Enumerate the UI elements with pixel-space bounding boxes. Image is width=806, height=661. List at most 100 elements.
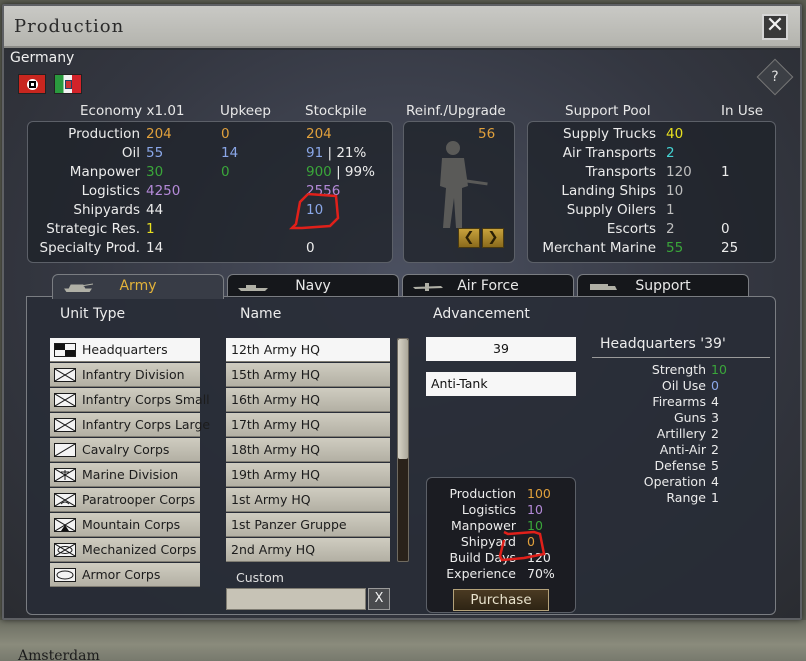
mechanized-icon [54,543,76,557]
stats-divider [592,357,770,358]
unit-name-item[interactable]: 17th Army HQ [226,413,390,437]
unit-type-item[interactable]: Cavalry Corps [50,438,200,462]
unit-name-item[interactable]: 2nd Army HQ [226,538,390,562]
unit-type-item[interactable]: Mechanized Corps [50,538,200,562]
support-value: 120 [666,164,692,180]
economy-value: 1 [146,221,155,237]
economy-stockpile: 2556 [306,183,341,199]
hq-icon [54,343,76,357]
unit-type-label: Marine Division [82,467,179,482]
custom-name-input[interactable] [226,588,366,610]
stockpile-header: Stockpile [305,103,367,119]
name-list-scrollbar[interactable] [397,338,409,562]
unit-name-item[interactable]: 12th Army HQ [226,338,390,362]
help-icon: ? [771,69,779,85]
map-city-label: Amsterdam [18,648,100,661]
economy-upkeep: 0 [221,164,230,180]
unit-name-item[interactable]: 19th Army HQ [226,463,390,487]
name-header: Name [240,306,282,322]
paratrooper-icon-glyph [55,494,75,506]
support-label: Transports [585,164,656,180]
unit-type-item[interactable]: Marine Division [50,463,200,487]
tab-support[interactable]: Support [577,274,749,298]
economy-stockpile: 10 [306,202,324,218]
scrollbar-thumb[interactable] [398,339,408,459]
unit-type-item[interactable]: Mountain Corps [50,513,200,537]
tab-air-force[interactable]: Air Force [402,274,574,298]
unit-type-item[interactable]: Headquarters [50,338,200,362]
advancement-level: 39 [426,337,576,361]
ship-icon [238,285,268,291]
unit-type-item[interactable]: Paratrooper Corps [50,488,200,512]
truck-icon [590,284,617,290]
unit-name-item[interactable]: 15th Army HQ [226,363,390,387]
mechanized-icon-glyph [55,544,75,556]
unit-name-item[interactable]: 18th Army HQ [226,438,390,462]
armor-icon-glyph [56,570,74,580]
economy-value: 30 [146,164,164,180]
tab-army[interactable]: Army [52,274,224,299]
unit-type-item[interactable]: Infantry Division [50,363,200,387]
tab-army-label: Army [119,278,157,294]
support-value: 55 [666,240,684,256]
economy-value: 4250 [146,183,181,199]
unit-name-item[interactable]: 1st Panzer Gruppe [226,513,390,537]
economy-value: 55 [146,145,164,161]
economy-stockpile: 204 [306,126,332,142]
economy-label: Production [68,126,140,142]
unit-name-item[interactable]: 1st Army HQ [226,488,390,512]
mountain-icon [54,518,76,532]
unit-name-item[interactable]: 16th Army HQ [226,388,390,412]
germany-flag-icon[interactable] [18,74,46,94]
plane-icon [413,283,443,291]
cavalry-icon-glyph [55,444,75,456]
tank-icon [64,283,93,292]
hq-icon-glyph [55,344,75,356]
window-title: Production [14,16,125,37]
armor-icon [54,568,76,582]
unit-type-header: Unit Type [60,306,126,322]
tab-support-label: Support [635,278,691,294]
tab-navy[interactable]: Navy [227,274,399,298]
tab-navy-label: Navy [295,278,331,294]
advancement-option-select[interactable]: Anti-Tank [426,372,576,396]
support-value: 10 [666,183,684,199]
italy-flag-icon[interactable] [54,74,82,94]
infantry-icon [54,418,76,432]
custom-label: Custom [236,570,284,585]
unit-type-label: Cavalry Corps [82,442,170,457]
infantry-icon [54,368,76,382]
purchase-button[interactable]: Purchase [453,589,549,611]
economy-value: 204 [146,126,172,142]
country-name: Germany [10,50,75,66]
economy-label: Shipyards [73,202,140,218]
support-in-use: 1 [721,164,730,180]
infantry-icon-glyph [55,419,75,431]
paratrooper-icon [54,493,76,507]
reinforce-prev-button[interactable]: ❮ [458,228,480,248]
economy-stockpile: 0 [306,240,315,256]
reinforce-next-button[interactable]: ❯ [482,228,504,248]
custom-clear-button[interactable]: X [368,588,390,610]
unit-type-label: Infantry Corps Large [82,417,211,432]
support-label: Merchant Marine [542,240,656,256]
unit-type-item[interactable]: Infantry Corps Small [50,388,210,412]
unit-type-label: Paratrooper Corps [82,492,196,507]
support-label: Landing Ships [561,183,656,199]
stat-label: Range [666,490,706,505]
support-value: 40 [666,126,684,142]
close-button[interactable]: ✕ [762,14,788,40]
unit-type-label: Mountain Corps [82,517,181,532]
unit-type-item[interactable]: Armor Corps [50,563,200,587]
support-label: Supply Trucks [563,126,656,142]
unit-type-label: Armor Corps [82,567,161,582]
tab-air-force-label: Air Force [457,278,519,294]
stats-title: Headquarters '39' [600,336,726,352]
title-bar: Production ✕ [4,6,800,48]
support-label: Escorts [606,221,656,237]
economy-stockpile: 900 | 99% [306,164,375,180]
infantry-icon-glyph [55,394,75,406]
support-pool-header: Support Pool [565,103,651,119]
unit-type-item[interactable]: Infantry Corps Large [50,413,210,437]
economy-label: Manpower [69,164,140,180]
